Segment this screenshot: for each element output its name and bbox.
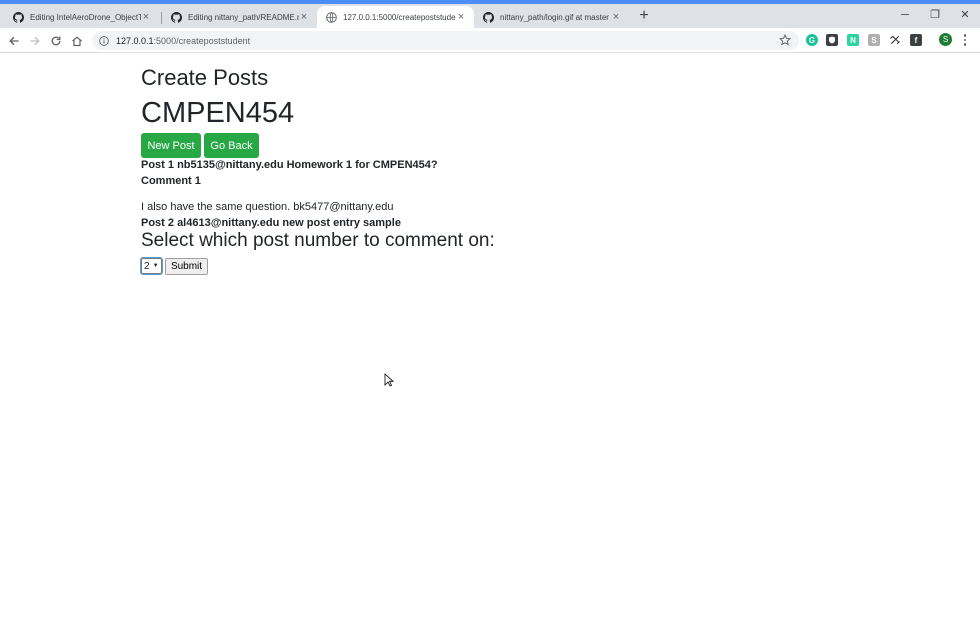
tab-strip: Editing IntelAeroDrone_ObjectTr × Editin… [0, 4, 980, 28]
post-number-select[interactable]: 2 ▼ [140, 257, 163, 275]
globe-icon [325, 11, 337, 23]
tab-title: 127.0.0.1:5000/createpoststudent [343, 12, 456, 22]
select-post-label: Select which post number to comment on: [141, 230, 495, 251]
chevron-down-icon: ▼ [152, 263, 159, 269]
bookmark-star-icon[interactable] [779, 34, 791, 46]
github-icon [12, 11, 24, 23]
puzzle-extension-icon[interactable] [889, 34, 901, 46]
facebook-extension-icon[interactable]: f [910, 34, 922, 46]
close-tab-icon[interactable]: × [611, 11, 621, 23]
page-title: Create Posts [141, 65, 269, 90]
grammarly-icon[interactable]: G [806, 34, 818, 46]
comment-text: I also have the same question. bk5477@ni… [141, 201, 394, 213]
minimize-icon[interactable]: ─ [898, 8, 912, 22]
n-extension-icon[interactable]: N [847, 34, 859, 46]
page-content: Create Posts CMPEN454 New Post Go Back P… [0, 53, 980, 630]
forward-arrow-icon[interactable] [27, 33, 43, 49]
address-bar[interactable]: 127.0.0.1:5000/createpoststudent [92, 31, 799, 50]
tab-editing-intelaerodrone[interactable]: Editing IntelAeroDrone_ObjectTr × [4, 6, 159, 28]
close-window-icon[interactable]: ✕ [958, 8, 972, 22]
browser-toolbar: 127.0.0.1:5000/createpoststudent G N S f… [0, 28, 980, 53]
close-tab-icon[interactable]: × [141, 11, 151, 23]
address-host: 127.0.0.1 [116, 35, 154, 46]
submit-button[interactable]: Submit [165, 258, 208, 275]
tab-title: Editing IntelAeroDrone_ObjectTr [30, 12, 141, 22]
restore-icon[interactable]: ❐ [928, 8, 942, 22]
select-value: 2 [144, 260, 150, 272]
close-tab-icon[interactable]: × [299, 11, 309, 23]
comment-header: Comment 1 [141, 175, 201, 187]
mouse-cursor-icon [384, 373, 395, 392]
tab-login-gif[interactable]: nittany_path/login.gif at master × [474, 6, 629, 28]
github-icon [482, 11, 494, 23]
browser-menu-icon[interactable] [961, 33, 969, 47]
address-path: :5000/createpoststudent [153, 35, 251, 46]
post-header: Post 1 nb5135@nittany.edu Homework 1 for… [141, 159, 438, 171]
course-title: CMPEN454 [141, 97, 295, 129]
reload-icon[interactable] [48, 33, 64, 49]
shield-extension-icon[interactable] [826, 34, 838, 46]
tab-editing-readme[interactable]: Editing nittany_path/README.md × [162, 6, 317, 28]
new-tab-button[interactable]: + [636, 8, 652, 24]
close-tab-icon[interactable]: × [456, 11, 466, 23]
post-header: Post 2 al4613@nittany.edu new post entry… [141, 217, 401, 229]
go-back-button[interactable]: Go Back [204, 133, 259, 158]
tab-title: Editing nittany_path/README.md [188, 12, 299, 22]
info-icon[interactable] [99, 35, 109, 46]
new-post-button[interactable]: New Post [141, 133, 201, 158]
home-icon[interactable] [69, 33, 85, 49]
tab-createpoststudent[interactable]: 127.0.0.1:5000/createpoststudent × [317, 6, 474, 28]
back-arrow-icon[interactable] [6, 33, 22, 49]
tab-title: nittany_path/login.gif at master [500, 12, 609, 22]
profile-avatar[interactable]: S [939, 33, 952, 46]
s-extension-icon[interactable]: S [868, 34, 880, 46]
github-icon [170, 11, 182, 23]
